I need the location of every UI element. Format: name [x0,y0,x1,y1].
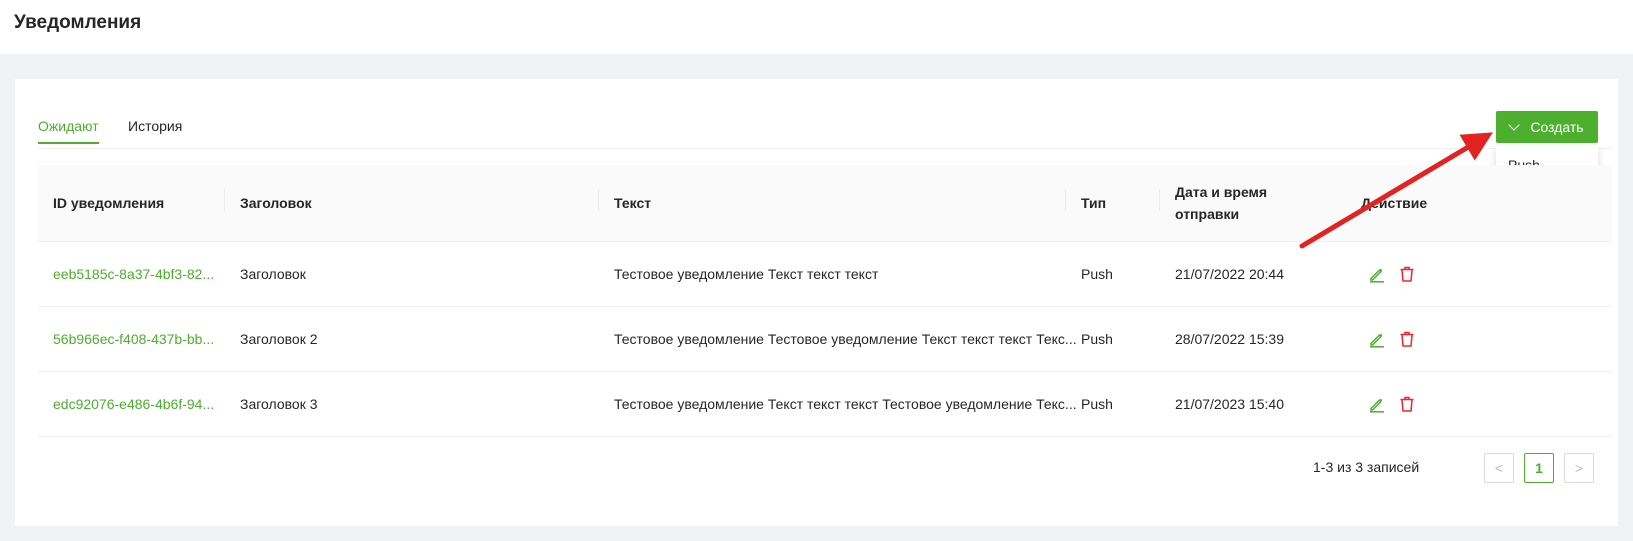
notification-datetime: 21/07/2022 20:44 [1175,266,1284,282]
pagination-page-1[interactable]: 1 [1524,453,1554,483]
notifications-table: ID уведомления Заголовок Текст Тип Дата … [38,165,1612,437]
row-actions [1368,242,1428,306]
tab-history[interactable]: История [128,118,182,142]
edit-icon[interactable] [1368,330,1386,348]
trash-icon[interactable] [1398,265,1416,283]
table-header: ID уведомления Заголовок Текст Тип Дата … [38,165,1612,242]
table-row: 56b966ec-f408-437b-bb... Заголовок 2 Тес… [38,307,1612,372]
notification-datetime: 28/07/2022 15:39 [1175,331,1284,347]
notification-type: Push [1081,396,1113,412]
pagination: 1-3 из 3 записей < 1 > [15,453,1618,485]
chevron-left-icon: < [1494,460,1504,476]
pagination-total: 1-3 из 3 записей [1313,459,1420,475]
page-title: Уведомления [14,12,142,33]
row-actions [1368,372,1428,436]
column-header-title: Заголовок [240,195,312,211]
column-header-text: Текст [614,195,652,211]
column-header-datetime-line2: отправки [1175,206,1240,222]
notification-id-link[interactable]: eeb5185c-8a37-4bf3-82... [53,242,213,306]
pagination-prev-button[interactable]: < [1484,453,1514,483]
column-header-datetime-line1: Дата и время [1175,184,1268,200]
notification-title: Заголовок 2 [240,331,318,347]
chevron-right-icon: > [1574,460,1584,476]
column-divider [224,189,225,211]
column-header-action: Действие [1361,195,1428,211]
column-header-id: ID уведомления [53,195,165,211]
chevron-down-icon [1508,119,1521,131]
edit-icon[interactable] [1368,395,1386,413]
notification-datetime: 21/07/2023 15:40 [1175,396,1284,412]
notification-id-link[interactable]: 56b966ec-f408-437b-bb... [53,307,213,371]
pagination-next-button[interactable]: > [1564,453,1594,483]
row-actions [1368,307,1428,371]
column-header-type: Тип [1081,195,1107,211]
table-row: eeb5185c-8a37-4bf3-82... Заголовок Тесто… [38,242,1612,307]
trash-icon[interactable] [1398,395,1416,413]
trash-icon[interactable] [1398,330,1416,348]
notification-title: Заголовок 3 [240,396,318,412]
create-button-label: Создать [1530,119,1584,135]
page-header: Уведомления [0,0,1633,54]
tabs-bar: Ожидают История [38,110,1612,149]
notification-text: Тестовое уведомление Текст текст текст [614,266,879,282]
notification-text: Тестовое уведомление Текст текст текст Т… [614,396,1077,412]
notification-title: Заголовок [240,266,306,282]
table-row: edc92076-e486-4b6f-94... Заголовок 3 Тес… [38,372,1612,437]
notification-type: Push [1081,331,1113,347]
column-divider [1159,189,1160,211]
notification-id-link[interactable]: edc92076-e486-4b6f-94... [53,372,213,436]
notifications-card: Ожидают История Создать Push ID уведомле… [15,79,1618,526]
create-button[interactable]: Создать [1496,111,1598,143]
column-divider [598,189,599,211]
column-divider [1065,189,1066,211]
notification-type: Push [1081,266,1113,282]
column-header-datetime: Дата и время отправки [1175,165,1267,241]
notification-text: Тестовое уведомление Тестовое уведомлени… [614,331,1077,347]
edit-icon[interactable] [1368,265,1386,283]
tab-waiting[interactable]: Ожидают [38,118,99,144]
